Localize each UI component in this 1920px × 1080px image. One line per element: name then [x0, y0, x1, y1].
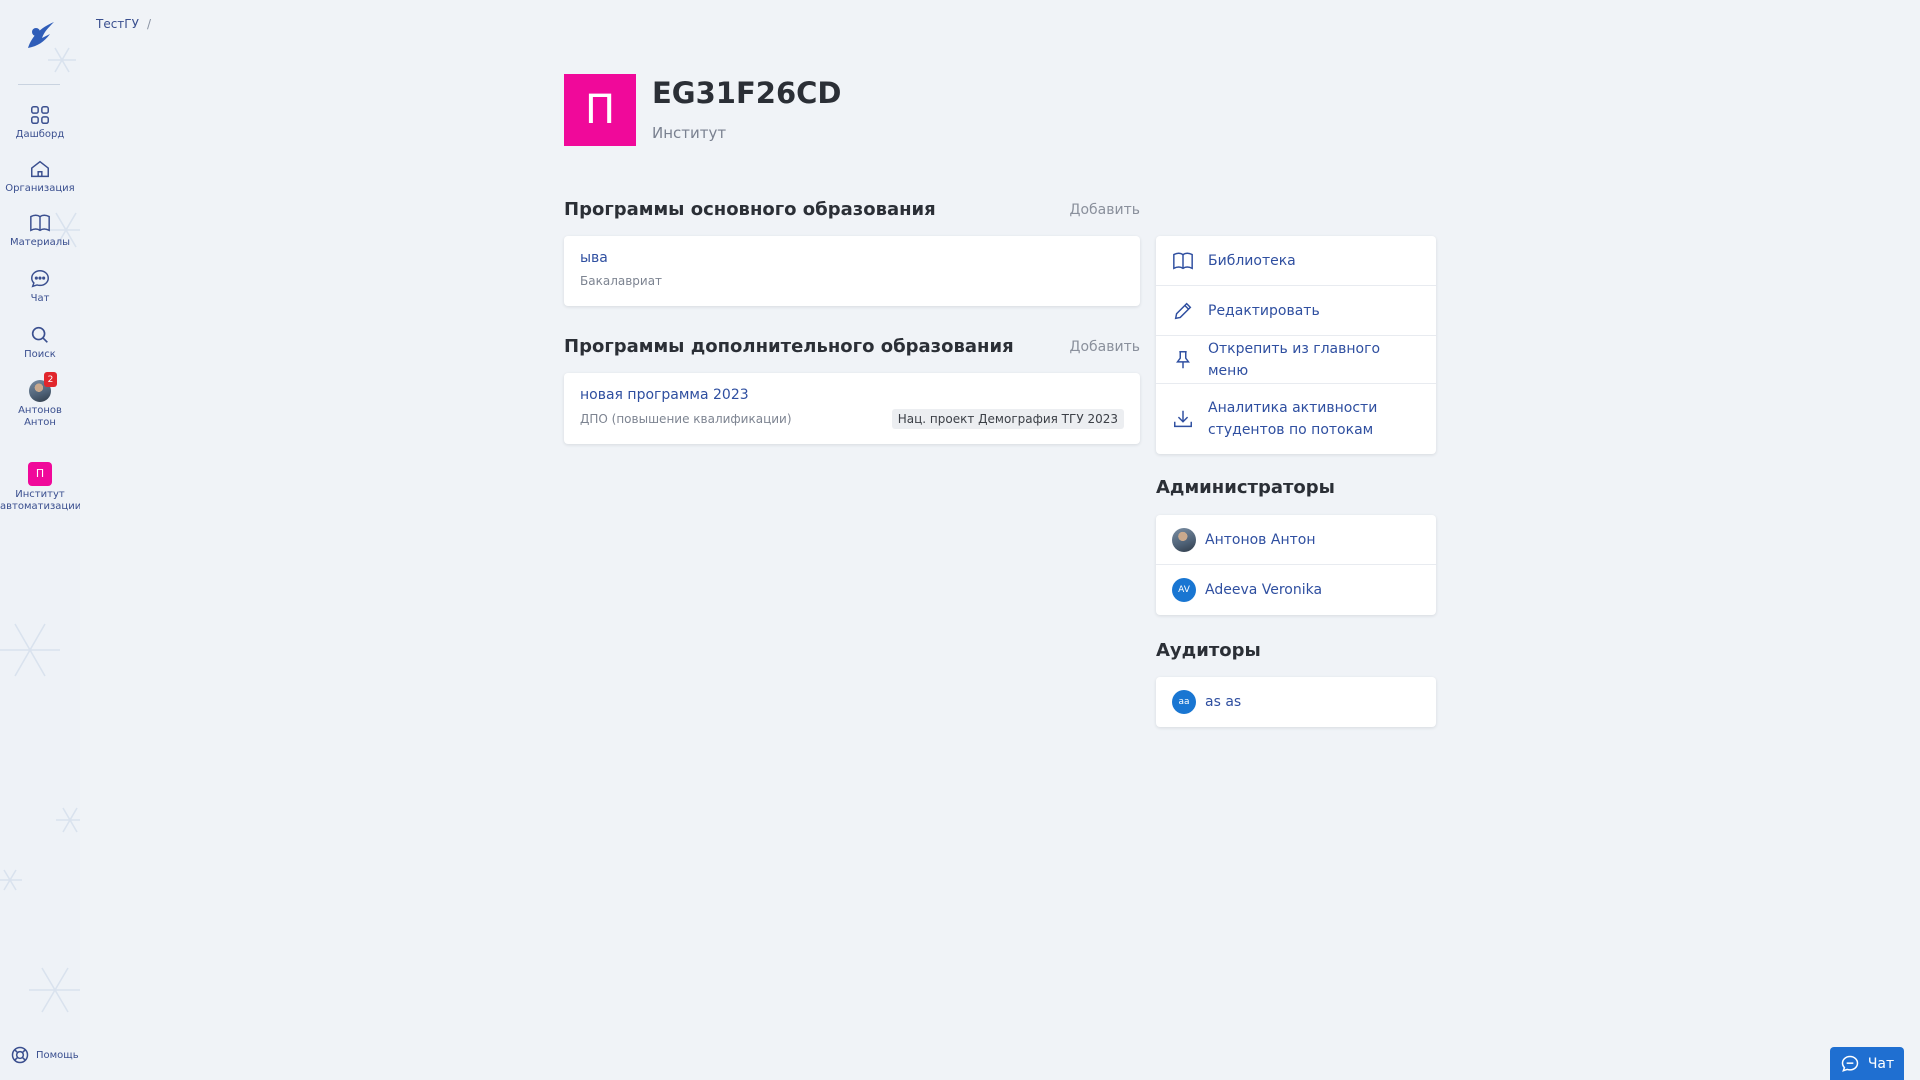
analytics-action[interactable]: Аналитика активности студентов по потока… — [1156, 384, 1436, 454]
auditor-item[interactable]: aa as as — [1156, 677, 1436, 727]
breadcrumb-root[interactable]: ТестГУ — [96, 17, 139, 31]
admin-item[interactable]: Антонов Антон — [1156, 515, 1436, 565]
auditor-name: as as — [1205, 694, 1242, 710]
library-action[interactable]: Библиотека — [1156, 236, 1436, 286]
breadcrumb: ТестГУ / — [96, 17, 151, 31]
unpin-action[interactable]: Открепить из главного меню — [1156, 336, 1436, 384]
admin-name: Adeeva Veronika — [1205, 582, 1323, 598]
book-icon — [30, 214, 50, 232]
program-level: Бакалавриат — [580, 274, 663, 288]
action-label: Аналитика активности студентов по потока… — [1208, 400, 1378, 438]
admins-title: Администраторы — [1156, 477, 1335, 498]
program-tag: Нац. проект Демография ТГУ 2023 — [891, 409, 1124, 429]
program-card[interactable]: ыва Бакалавриат — [564, 236, 1140, 306]
download-icon — [1174, 410, 1192, 428]
logo-icon[interactable] — [22, 18, 58, 54]
pin-icon — [1176, 350, 1190, 368]
help-label: Помощь — [36, 1049, 79, 1061]
admins-list: Антонов Антон AV Adeeva Veronika — [1156, 515, 1436, 615]
chat-icon — [31, 270, 49, 288]
admin-name: Антонов Антон — [1205, 531, 1316, 548]
lifebuoy-icon — [11, 1046, 29, 1064]
admin-item[interactable]: AV Adeeva Veronika — [1156, 565, 1436, 615]
avatar — [1172, 527, 1196, 552]
sidebar-item-materials[interactable]: Материалы — [0, 212, 80, 249]
action-label: Открепить из главного меню — [1208, 340, 1381, 379]
sidebar-item-label: Организация — [5, 183, 75, 194]
actions-panel: Библиотека Редактировать Открепить из гл… — [1156, 236, 1436, 454]
section-title: Программы основного образования — [564, 199, 936, 220]
action-label: Библиотека — [1208, 252, 1296, 269]
program-card[interactable]: новая программа 2023 ДПО (повышение квал… — [564, 373, 1140, 444]
program-level: ДПО (повышение квалификации) — [580, 412, 792, 426]
user-name: Антонов Антон — [18, 405, 62, 428]
org-logo: П — [564, 74, 636, 146]
sidebar-item-label: Поиск — [24, 349, 56, 360]
chat-button-label: Чат — [1867, 1055, 1895, 1072]
extra-programs-header: Программы дополнительного образования До… — [564, 336, 1140, 357]
dashboard-icon — [31, 106, 49, 124]
sidebar-divider — [18, 84, 60, 85]
sidebar-item-label: Чат — [30, 293, 50, 304]
page-title: EG31F26CD — [652, 76, 842, 110]
section-title: Программы дополнительного образования — [564, 336, 1014, 357]
page-subtitle: Институт — [652, 124, 727, 142]
program-meta-row: ДПО (повышение квалификации) Нац. проект… — [580, 409, 1124, 429]
breadcrumb-separator: / — [146, 17, 151, 31]
sidebar-item-chat[interactable]: Чат — [0, 268, 80, 305]
search-icon — [31, 326, 48, 343]
chat-button[interactable]: Чат — [1830, 1047, 1904, 1080]
add-main-program-button[interactable]: Добавить — [1070, 202, 1140, 218]
sidebar: Дашборд Организация Материалы Чат Поиск … — [0, 0, 80, 1080]
auditors-title: Аудиторы — [1156, 640, 1261, 661]
avatar: aa — [1172, 690, 1196, 714]
program-title[interactable]: ыва — [580, 250, 1124, 266]
help-button[interactable]: Помощь — [10, 1045, 79, 1065]
book-icon — [1173, 251, 1193, 270]
org-avatar: П — [28, 462, 52, 486]
avatar: AV — [1172, 578, 1196, 602]
home-icon — [31, 160, 49, 178]
sidebar-item-label: Дашборд — [15, 129, 65, 140]
avatar: 2 — [29, 372, 57, 402]
auditors-list: aa as as — [1156, 677, 1436, 727]
sidebar-item-search[interactable]: Поиск — [0, 324, 80, 361]
action-label: Редактировать — [1208, 302, 1320, 319]
notification-badge: 2 — [44, 372, 57, 387]
add-extra-program-button[interactable]: Добавить — [1070, 339, 1140, 355]
sidebar-item-organization[interactable]: Организация — [0, 158, 80, 195]
main-programs-header: Программы основного образования Добавить — [564, 199, 1140, 220]
org-name: Институт автоматизации — [0, 489, 80, 512]
pencil-icon — [1174, 302, 1192, 319]
sidebar-item-user[interactable]: 2 Антонов Антон — [0, 372, 80, 429]
sidebar-item-label: Материалы — [10, 237, 70, 248]
edit-action[interactable]: Редактировать — [1156, 286, 1436, 336]
program-title[interactable]: новая программа 2023 — [580, 387, 1124, 403]
chat-icon — [1841, 1055, 1859, 1072]
sidebar-item-org[interactable]: П Институт автоматизации — [0, 462, 80, 513]
sidebar-item-dashboard[interactable]: Дашборд — [0, 104, 80, 141]
